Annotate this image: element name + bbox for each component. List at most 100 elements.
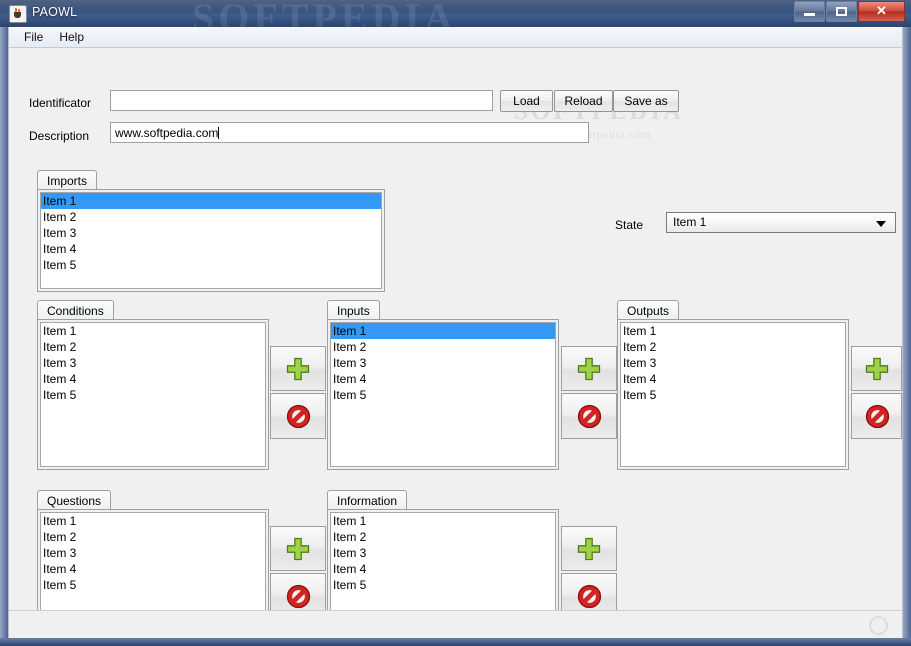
text-caret <box>218 127 220 139</box>
list-item[interactable]: Item 2 <box>41 339 265 355</box>
inputs-add-button[interactable] <box>561 346 617 391</box>
state-label: State <box>615 218 644 232</box>
imports-tab-body: Item 1 Item 2 Item 3 Item 4 Item 5 <box>37 189 385 292</box>
list-item[interactable]: Item 4 <box>621 371 845 387</box>
imports-panel: Imports Item 1 Item 2 Item 3 Item 4 Item… <box>37 170 385 292</box>
list-item[interactable]: Item 1 <box>331 323 555 339</box>
green-plus-icon <box>865 357 888 380</box>
list-item[interactable]: Item 2 <box>621 339 845 355</box>
window-frame-bottom <box>0 638 911 646</box>
list-item[interactable]: Item 3 <box>331 355 555 371</box>
list-item[interactable]: Item 4 <box>331 371 555 387</box>
minimize-button[interactable] <box>794 1 825 22</box>
tab-questions[interactable]: Questions <box>37 490 112 509</box>
green-plus-icon <box>286 357 310 380</box>
tab-information[interactable]: Information <box>327 490 408 509</box>
minimize-icon <box>804 13 815 16</box>
red-deny-icon <box>286 584 311 609</box>
conditions-add-button[interactable] <box>270 346 326 391</box>
window-controls: ✕ <box>793 1 905 22</box>
description-input[interactable]: www.softpedia.com <box>110 122 589 143</box>
list-item[interactable]: Item 5 <box>41 257 381 273</box>
save-as-button[interactable]: Save as <box>613 90 679 112</box>
window-frame-left <box>0 27 8 646</box>
list-item[interactable]: Item 2 <box>41 209 381 225</box>
red-deny-icon <box>577 584 602 609</box>
list-item[interactable]: Item 5 <box>331 577 555 593</box>
application-window: PAOWL SOFTPEDIA ✕ File Help SOFTPEDIA <box>0 0 911 646</box>
inputs-remove-button[interactable] <box>561 393 617 439</box>
list-item[interactable]: Item 4 <box>41 371 265 387</box>
red-deny-icon <box>577 404 602 429</box>
title-bar: PAOWL SOFTPEDIA ✕ <box>0 0 911 27</box>
information-add-button[interactable] <box>561 526 617 571</box>
client-area: File Help SOFTPEDIA www.softpedia.com Id… <box>8 27 903 638</box>
titlebar-gloss <box>0 0 911 13</box>
list-item[interactable]: Item 4 <box>41 241 381 257</box>
list-item[interactable]: Item 1 <box>41 513 265 529</box>
menu-bar: File Help <box>9 27 902 48</box>
list-item[interactable]: Item 3 <box>41 545 265 561</box>
maximize-icon <box>836 7 847 16</box>
list-item[interactable]: Item 4 <box>41 561 265 577</box>
list-item[interactable]: Item 3 <box>41 225 381 241</box>
list-item[interactable]: Item 1 <box>621 323 845 339</box>
state-dropdown[interactable]: Item 1 <box>666 212 896 233</box>
imports-list[interactable]: Item 1 Item 2 Item 3 Item 4 Item 5 <box>40 192 382 289</box>
close-button[interactable]: ✕ <box>858 1 905 22</box>
inputs-panel: Inputs Item 1 Item 2 Item 3 Item 4 Item … <box>327 300 559 470</box>
red-deny-icon <box>865 404 889 429</box>
inputs-tab-body: Item 1 Item 2 Item 3 Item 4 Item 5 <box>327 319 559 470</box>
tab-inputs[interactable]: Inputs <box>327 300 380 319</box>
java-coffee-cup-icon <box>9 5 27 23</box>
description-label: Description <box>29 129 90 143</box>
list-item[interactable]: Item 5 <box>41 577 265 593</box>
status-bar <box>9 610 902 638</box>
list-item[interactable]: Item 3 <box>331 545 555 561</box>
outputs-list[interactable]: Item 1 Item 2 Item 3 Item 4 Item 5 <box>620 322 846 467</box>
identificator-input[interactable] <box>110 90 493 111</box>
resize-grip-icon[interactable] <box>869 616 888 635</box>
list-item[interactable]: Item 5 <box>331 387 555 403</box>
outputs-remove-button[interactable] <box>851 393 902 439</box>
list-item[interactable]: Item 1 <box>41 193 381 209</box>
green-plus-icon <box>286 537 310 560</box>
list-item[interactable]: Item 5 <box>41 387 265 403</box>
list-item[interactable]: Item 5 <box>621 387 845 403</box>
load-button[interactable]: Load <box>500 90 553 112</box>
tab-imports[interactable]: Imports <box>37 170 98 189</box>
list-item[interactable]: Item 3 <box>621 355 845 371</box>
outputs-panel: Outputs Item 1 Item 2 Item 3 Item 4 Item… <box>617 300 849 470</box>
conditions-list[interactable]: Item 1 Item 2 Item 3 Item 4 Item 5 <box>40 322 266 467</box>
outputs-tab-body: Item 1 Item 2 Item 3 Item 4 Item 5 <box>617 319 849 470</box>
list-item[interactable]: Item 2 <box>331 339 555 355</box>
reload-button[interactable]: Reload <box>554 90 613 112</box>
green-plus-icon <box>577 357 601 380</box>
chevron-down-icon <box>876 221 886 227</box>
list-item[interactable]: Item 4 <box>331 561 555 577</box>
cup-body <box>14 12 21 18</box>
conditions-panel: Conditions Item 1 Item 2 Item 3 Item 4 I… <box>37 300 269 470</box>
tab-conditions[interactable]: Conditions <box>37 300 114 319</box>
list-item[interactable]: Item 1 <box>331 513 555 529</box>
tab-outputs[interactable]: Outputs <box>617 300 680 319</box>
list-item[interactable]: Item 2 <box>41 529 265 545</box>
description-value: www.softpedia.com <box>115 126 219 140</box>
questions-add-button[interactable] <box>270 526 326 571</box>
identificator-label: Identificator <box>29 96 92 110</box>
inputs-list[interactable]: Item 1 Item 2 Item 3 Item 4 Item 5 <box>330 322 556 467</box>
menu-item-file[interactable]: File <box>17 28 50 46</box>
green-plus-icon <box>577 537 601 560</box>
conditions-tab-body: Item 1 Item 2 Item 3 Item 4 Item 5 <box>37 319 269 470</box>
outputs-add-button[interactable] <box>851 346 902 391</box>
list-item[interactable]: Item 2 <box>331 529 555 545</box>
list-item[interactable]: Item 1 <box>41 323 265 339</box>
content-pane: SOFTPEDIA www.softpedia.com Identificato… <box>9 48 902 637</box>
close-icon: ✕ <box>876 3 887 18</box>
window-title: PAOWL <box>32 5 78 19</box>
red-deny-icon <box>286 404 311 429</box>
maximize-button[interactable] <box>826 1 857 22</box>
menu-item-help[interactable]: Help <box>52 28 91 46</box>
list-item[interactable]: Item 3 <box>41 355 265 371</box>
conditions-remove-button[interactable] <box>270 393 326 439</box>
